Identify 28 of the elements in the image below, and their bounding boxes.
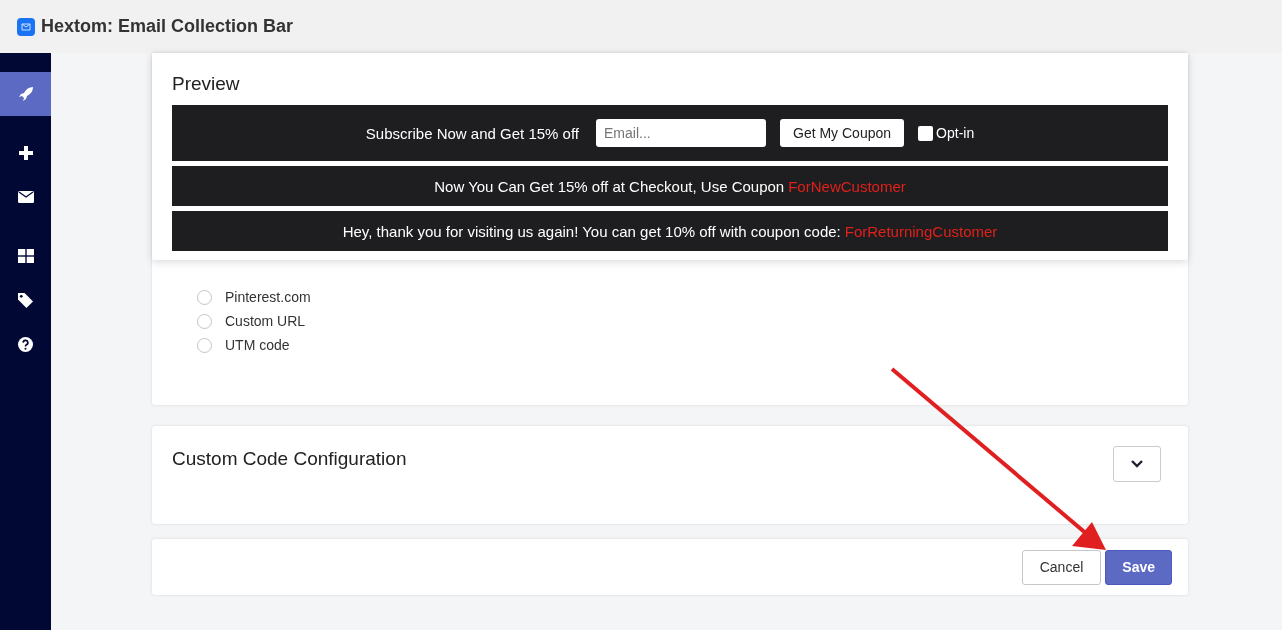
grid-icon [17,249,34,263]
radio-button[interactable] [197,313,212,329]
radio-label: Custom URL [225,313,306,329]
subscribe-text: Subscribe Now and Get 15% off [365,124,579,142]
bar-text: Now You Can Get 15% off at Checkout, Use Coupon [434,177,785,195]
cancel-button[interactable]: Cancel [1021,549,1102,585]
radio-label: Pinterest.com [225,289,311,305]
preview-title: Preview [172,73,241,95]
plus-icon [18,146,33,160]
opt-in-label: Opt-in [936,125,975,141]
help-icon [18,336,33,352]
radio-button[interactable] [197,337,212,353]
rocket-icon [17,86,34,102]
section-title: Custom Code Configuration [172,448,407,470]
email-field[interactable]: Email... [596,119,766,147]
opt-in-checkbox[interactable] [918,125,934,141]
tag-icon [18,292,33,308]
chevron-down-icon [1131,460,1143,468]
radio-button[interactable] [197,289,212,305]
mail-icon [17,191,34,203]
get-coupon-button[interactable]: Get My Coupon [780,119,905,147]
app-logo-icon [17,17,35,36]
coupon-code: ForReturningCustomer [844,222,998,240]
app-title: Hextom: Email Collection Bar [41,16,294,37]
coupon-code: ForNewCustomer [788,177,906,195]
save-button[interactable]: Save [1105,549,1172,585]
bar-text: Hey, thank you for visiting us again! You can get 10% off with coupon code: [342,222,841,240]
radio-label: UTM code [225,337,290,353]
